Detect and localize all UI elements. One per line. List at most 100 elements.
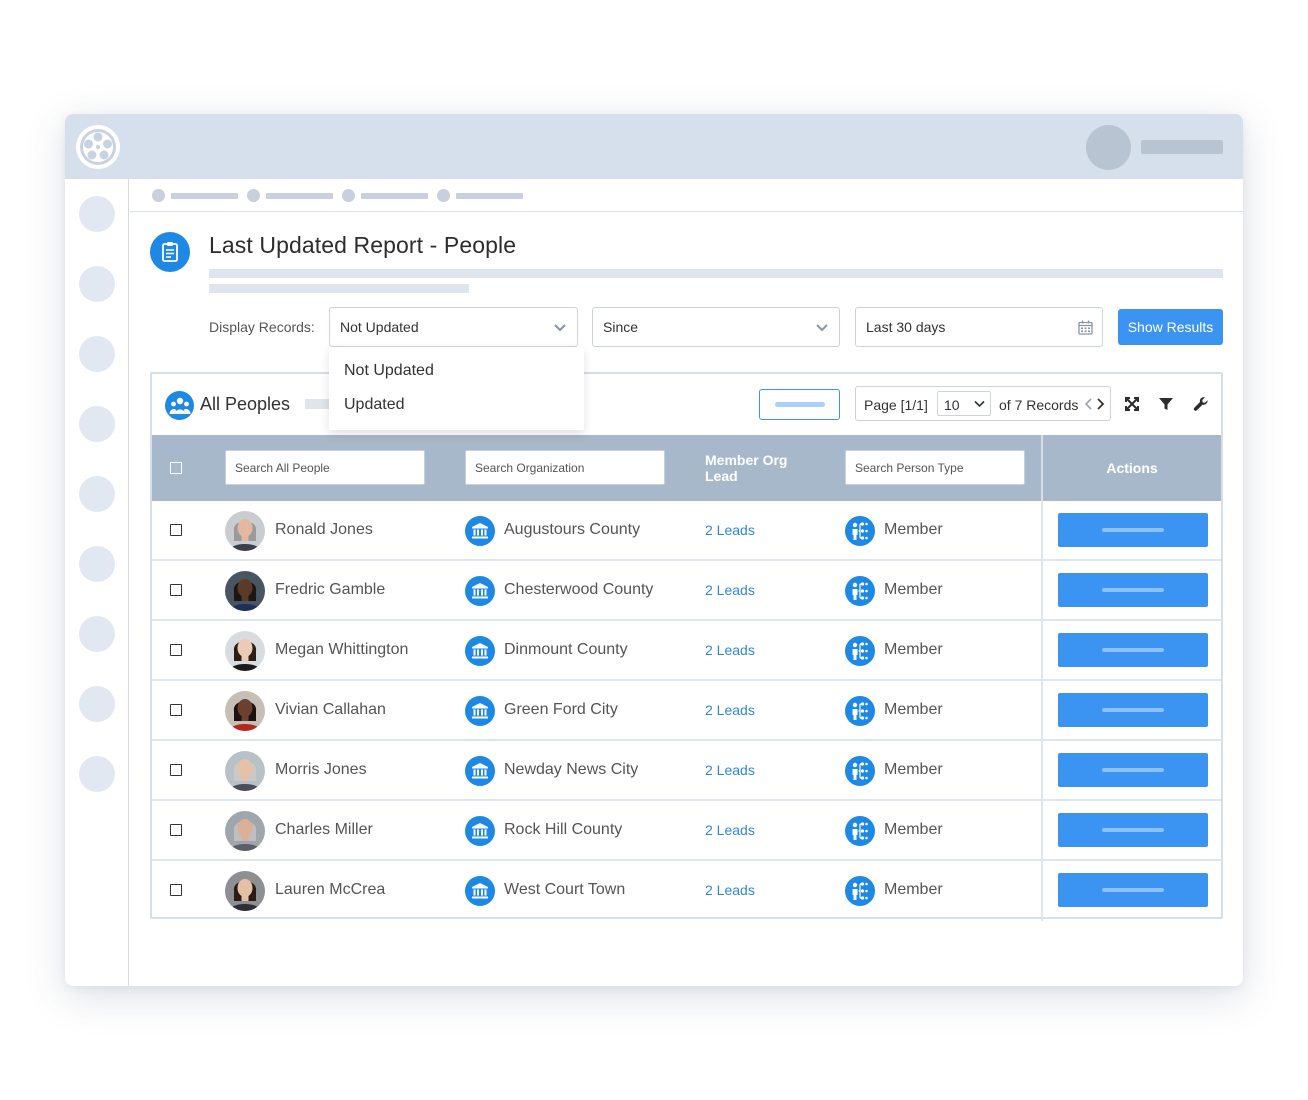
row-action-button[interactable] [1058, 873, 1208, 907]
row-action-button[interactable] [1058, 573, 1208, 607]
leads-link[interactable]: 2 Leads [705, 822, 755, 838]
row-checkbox[interactable] [170, 704, 182, 716]
person-name[interactable]: Megan Whittington [275, 641, 408, 659]
person-type: Member [884, 761, 943, 778]
avatar [225, 871, 265, 911]
member-type-icon [845, 636, 875, 666]
top-bar [65, 114, 1243, 179]
row-action-button[interactable] [1058, 633, 1208, 667]
chevron-right-icon[interactable] [1096, 397, 1105, 411]
person-name[interactable]: Morris Jones [275, 761, 367, 779]
breadcrumb-item[interactable] [171, 193, 238, 199]
sidebar-nav-item[interactable] [79, 546, 115, 582]
row-checkbox[interactable] [170, 764, 182, 776]
row-action-button[interactable] [1058, 753, 1208, 787]
calendar-icon[interactable] [1078, 320, 1093, 335]
table-row: Charles Miller Rock Hill County 2 Leads [152, 801, 1221, 861]
wrench-icon[interactable] [1191, 394, 1211, 414]
person-name[interactable]: Fredric Gamble [275, 581, 385, 599]
column-header-member-org-lead[interactable]: Member Org Lead [705, 452, 805, 484]
organization-name[interactable]: Chesterwood County [504, 581, 653, 599]
person-name[interactable]: Lauren McCrea [275, 881, 385, 899]
sidebar-nav-item[interactable] [79, 406, 115, 442]
row-action-button[interactable] [1058, 513, 1208, 547]
sidebar-nav-item[interactable] [79, 196, 115, 232]
organization-building-icon [465, 636, 495, 666]
organization-name[interactable]: Newday News City [504, 761, 638, 779]
person-name[interactable]: Ronald Jones [275, 521, 373, 539]
search-person-type-input[interactable]: Search Person Type [845, 450, 1025, 485]
row-checkbox[interactable] [170, 524, 182, 536]
row-action-button[interactable] [1058, 813, 1208, 847]
sidebar-nav-item[interactable] [79, 266, 115, 302]
dropdown-option-updated[interactable]: Updated [344, 396, 405, 414]
date-range-field[interactable]: Last 30 days [855, 307, 1103, 347]
leads-link[interactable]: 2 Leads [705, 762, 755, 778]
table-header: Search All People Search Organization Me… [152, 435, 1221, 501]
sidebar-nav-item[interactable] [79, 756, 115, 792]
expand-icon[interactable] [1122, 394, 1142, 414]
row-action-button[interactable] [1058, 693, 1208, 727]
member-type-icon [845, 516, 875, 546]
organization-name[interactable]: Dinmount County [504, 641, 628, 659]
filter-icon[interactable] [1156, 394, 1176, 414]
status-select[interactable]: Not Updated [329, 307, 578, 347]
select-all-checkbox[interactable] [170, 462, 182, 474]
page-size-value: 10 [944, 397, 960, 413]
row-checkbox[interactable] [170, 584, 182, 596]
leads-link[interactable]: 2 Leads [705, 522, 755, 538]
page-size-select[interactable]: 10 [937, 391, 991, 416]
chevron-down-icon [974, 400, 985, 408]
person-type: Member [884, 701, 943, 718]
breadcrumb-item[interactable] [456, 193, 523, 199]
people-panel: All Peoples Page [1/1] 10 of 7 Records S… [150, 372, 1223, 921]
sidebar-nav-item[interactable] [79, 686, 115, 722]
sidebar-nav-item[interactable] [79, 616, 115, 652]
organization-name[interactable]: West Court Town [504, 881, 625, 899]
row-checkbox[interactable] [170, 644, 182, 656]
display-records-label: Display Records: [209, 319, 315, 335]
person-type: Member [884, 821, 943, 838]
avatar [225, 631, 265, 671]
panel-action-button[interactable] [759, 389, 840, 420]
date-range-value: Last 30 days [866, 319, 946, 335]
leads-link[interactable]: 2 Leads [705, 882, 755, 898]
row-checkbox[interactable] [170, 884, 182, 896]
leads-link[interactable]: 2 Leads [705, 582, 755, 598]
person-name[interactable]: Charles Miller [275, 821, 373, 839]
user-avatar[interactable] [1086, 125, 1131, 170]
organization-name[interactable]: Augustours County [504, 521, 640, 539]
member-type-icon [845, 696, 875, 726]
person-type: Member [884, 521, 943, 538]
show-results-button[interactable]: Show Results [1118, 309, 1223, 345]
user-name-placeholder [1141, 140, 1223, 154]
leads-link[interactable]: 2 Leads [705, 642, 755, 658]
organization-name[interactable]: Green Ford City [504, 701, 618, 719]
app-window: Last Updated Report - People Display Rec… [65, 114, 1243, 986]
member-type-icon [845, 816, 875, 846]
organization-name[interactable]: Rock Hill County [504, 821, 622, 839]
panel-title: All Peoples [200, 394, 291, 414]
search-people-input[interactable]: Search All People [225, 450, 425, 485]
organization-building-icon [465, 516, 495, 546]
dropdown-option-not-updated[interactable]: Not Updated [344, 362, 434, 380]
breadcrumb-item[interactable] [361, 193, 428, 199]
table-row: Lauren McCrea West Court Town 2 Leads Me… [152, 861, 1221, 921]
period-select-value: Since [603, 319, 639, 335]
pagination: Page [1/1] 10 of 7 Records [855, 386, 1111, 421]
person-name[interactable]: Vivian Callahan [275, 701, 386, 719]
people-group-icon [165, 391, 194, 420]
film-reel-logo-icon[interactable] [76, 125, 120, 169]
person-type: Member [884, 881, 943, 898]
period-select[interactable]: Since [592, 307, 840, 347]
breadcrumb-dot [152, 189, 165, 202]
breadcrumb-item[interactable] [266, 193, 333, 199]
sidebar-nav-item[interactable] [79, 476, 115, 512]
row-checkbox[interactable] [170, 824, 182, 836]
sidebar-nav-item[interactable] [79, 336, 115, 372]
chevron-left-icon[interactable] [1084, 397, 1093, 411]
person-type: Member [884, 581, 943, 598]
search-organization-input[interactable]: Search Organization [465, 450, 665, 485]
leads-link[interactable]: 2 Leads [705, 702, 755, 718]
table-row: Fredric Gamble Chesterwood County 2 Lead… [152, 561, 1221, 621]
